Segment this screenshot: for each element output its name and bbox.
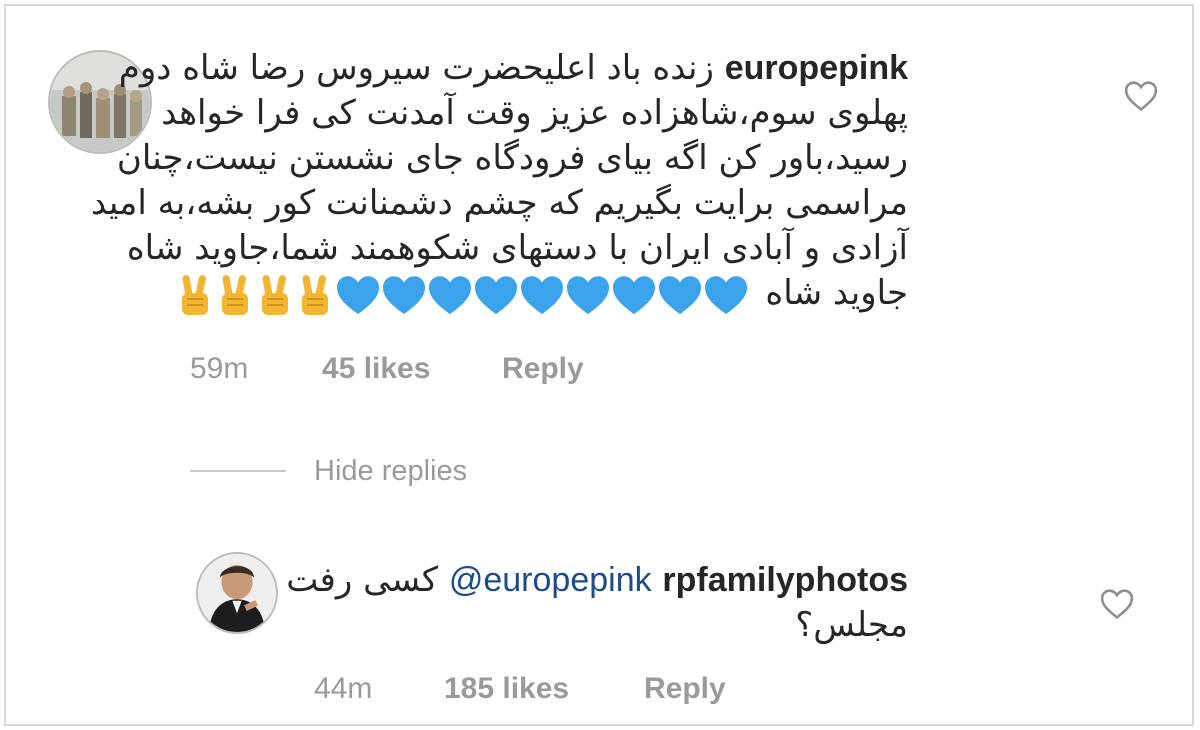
victory-hand-icon	[301, 275, 328, 316]
comment-time: 59m	[190, 352, 249, 385]
comment-text: جاوید شاه	[765, 273, 908, 313]
comment-text: مجلس؟	[795, 605, 908, 645]
reply-button[interactable]: Reply	[502, 352, 584, 386]
comment-body: rpfamilyphotos @europepink کسی رفت مجلس؟	[208, 558, 908, 648]
comment-username[interactable]: europepink	[725, 49, 908, 87]
blue-heart-icon	[658, 276, 701, 315]
comment-text: زنده باد اعلیحضرت سیروس رضا شاه دوم	[118, 48, 714, 88]
comment-text: رسید،باور کن اگه بیای فرودگاه جای نشستن …	[116, 138, 908, 178]
victory-hand-icon	[221, 275, 248, 316]
likes-count[interactable]: 185 likes	[444, 672, 569, 706]
blue-heart-icon	[566, 276, 609, 315]
heart-outline-icon[interactable]	[1100, 588, 1134, 620]
comment-text: آزادی و آبادی ایران با دستهای شکوهمند شم…	[126, 228, 908, 268]
victory-hand-icon	[261, 275, 288, 316]
divider	[190, 470, 286, 472]
blue-heart-icon	[704, 276, 747, 315]
blue-heart-icon	[336, 276, 379, 315]
comment-line: europepink زنده باد اعلیحضرت سیروس رضا ش…	[119, 46, 908, 91]
blue-heart-icon	[382, 276, 425, 315]
hide-replies-label: Hide replies	[314, 454, 468, 487]
victory-hand-icon	[181, 275, 208, 316]
reply-button[interactable]: Reply	[644, 672, 726, 706]
likes-count[interactable]: 45 likes	[322, 352, 430, 386]
blue-heart-icon	[428, 276, 471, 315]
comment-text: پهلوی سوم،شاهزاده عزیز وقت آمدنت کی فرا …	[161, 93, 908, 133]
mention-link[interactable]: @europepink	[449, 561, 652, 599]
comment-time: 44m	[314, 672, 373, 705]
comment-body: europepink زنده باد اعلیحضرت سیروس رضا ش…	[91, 46, 908, 316]
blue-heart-icon	[612, 276, 655, 315]
heart-outline-icon[interactable]	[1124, 80, 1158, 112]
comment-text: کسی رفت	[286, 560, 439, 600]
blue-heart-icon	[474, 276, 517, 315]
emoji-row	[175, 272, 749, 318]
comment-text: مراسمی برایت بگیریم که چشم دشمنانت کور ب…	[91, 183, 908, 223]
blue-heart-icon	[520, 276, 563, 315]
hide-replies-button[interactable]: Hide replies	[190, 446, 467, 496]
comment-line: جاوید شاه	[181, 271, 908, 316]
comment-line: rpfamilyphotos @europepink کسی رفت	[208, 558, 908, 603]
comment-username[interactable]: rpfamilyphotos	[662, 561, 908, 599]
